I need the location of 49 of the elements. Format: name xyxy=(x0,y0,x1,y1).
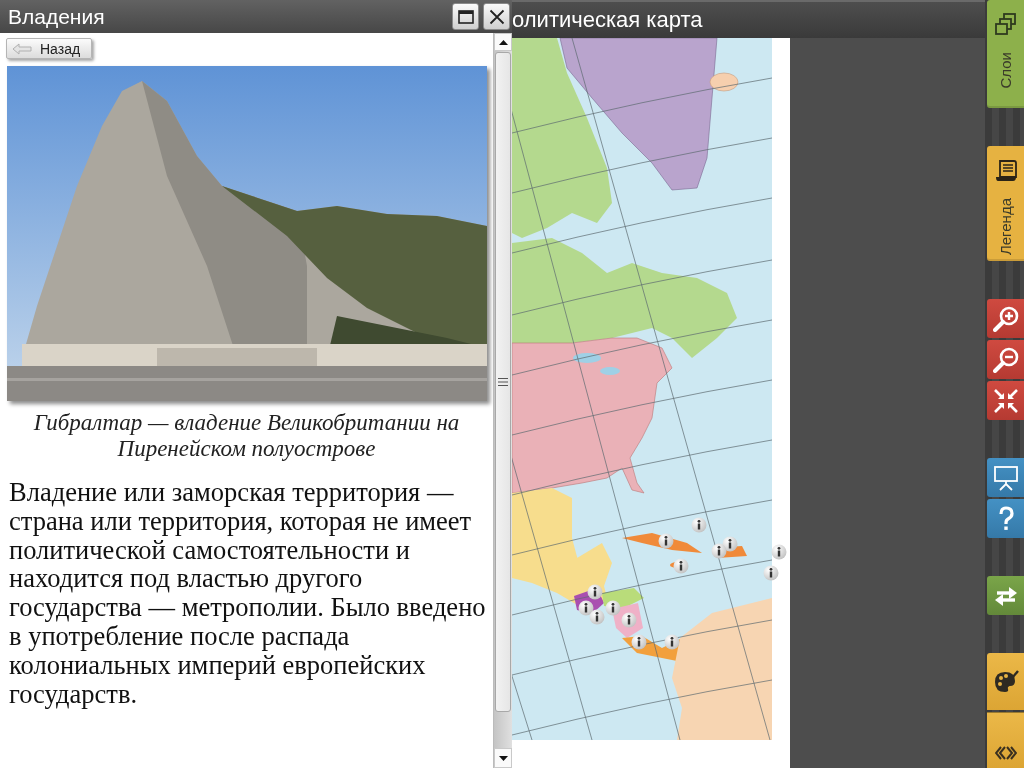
arrow-left-icon xyxy=(12,42,32,55)
info-marker-icon[interactable] xyxy=(658,533,674,549)
scroll-up-button[interactable] xyxy=(494,33,512,51)
info-marker-icon[interactable] xyxy=(605,600,621,616)
maximize-button[interactable] xyxy=(452,3,479,30)
fit-button[interactable] xyxy=(987,381,1024,420)
zoom-in-button[interactable] xyxy=(987,299,1024,338)
lake xyxy=(600,367,620,375)
layers-tab[interactable]: Слои xyxy=(987,0,1024,108)
layers-icon xyxy=(994,12,1017,36)
swap-button[interactable] xyxy=(987,576,1024,615)
maximize-icon xyxy=(457,9,474,24)
info-marker-icon[interactable] xyxy=(621,612,637,628)
close-icon xyxy=(488,8,505,25)
info-marker-icon[interactable] xyxy=(578,600,594,616)
help-button[interactable] xyxy=(987,499,1024,538)
chevrons-icon xyxy=(994,746,1017,760)
caret-down-icon xyxy=(498,755,508,761)
info-marker-icon[interactable] xyxy=(673,558,689,574)
map-title: олитическая карта xyxy=(512,7,703,33)
info-marker-icon[interactable] xyxy=(711,543,727,559)
info-marker-icon[interactable] xyxy=(763,565,779,581)
info-marker-icon[interactable] xyxy=(587,584,603,600)
legend-tab[interactable]: Легенда xyxy=(987,146,1024,261)
palette-button[interactable] xyxy=(987,653,1024,710)
back-button[interactable]: Назад xyxy=(6,38,92,59)
lake xyxy=(573,353,601,363)
palette-icon xyxy=(992,668,1019,695)
inward-arrows-icon xyxy=(992,387,1019,414)
info-marker-icon[interactable] xyxy=(631,634,647,650)
scroll-down-button[interactable] xyxy=(494,748,512,768)
description-text: Владение или заморская территория — страна или территория, которая не имеет политической самостоятельности и находится под властью другого государства — метрополии. Было введено в употребление после распада колониальных империй европейских государств. xyxy=(9,478,487,709)
grip-icon xyxy=(498,378,508,386)
scroll-icon xyxy=(994,158,1017,182)
info-marker-icon[interactable] xyxy=(691,517,707,533)
zoom-in-icon xyxy=(992,305,1019,332)
expand-button[interactable] xyxy=(987,712,1024,768)
info-marker-icon[interactable] xyxy=(664,634,680,650)
photo-caption: Гибралтар — владение Великобритании на Пиренейском полуострове xyxy=(32,410,461,462)
zoom-out-icon xyxy=(992,346,1019,373)
scrollbar-thumb[interactable] xyxy=(495,52,511,712)
info-marker-icon[interactable] xyxy=(589,609,605,625)
caret-up-icon xyxy=(498,39,508,45)
zoom-out-button[interactable] xyxy=(987,340,1024,379)
info-marker-icon[interactable] xyxy=(771,544,787,560)
close-button[interactable] xyxy=(483,3,510,30)
presentation-button[interactable] xyxy=(987,458,1024,497)
projector-screen-icon xyxy=(992,464,1019,491)
panel-title: Владения xyxy=(8,4,106,29)
